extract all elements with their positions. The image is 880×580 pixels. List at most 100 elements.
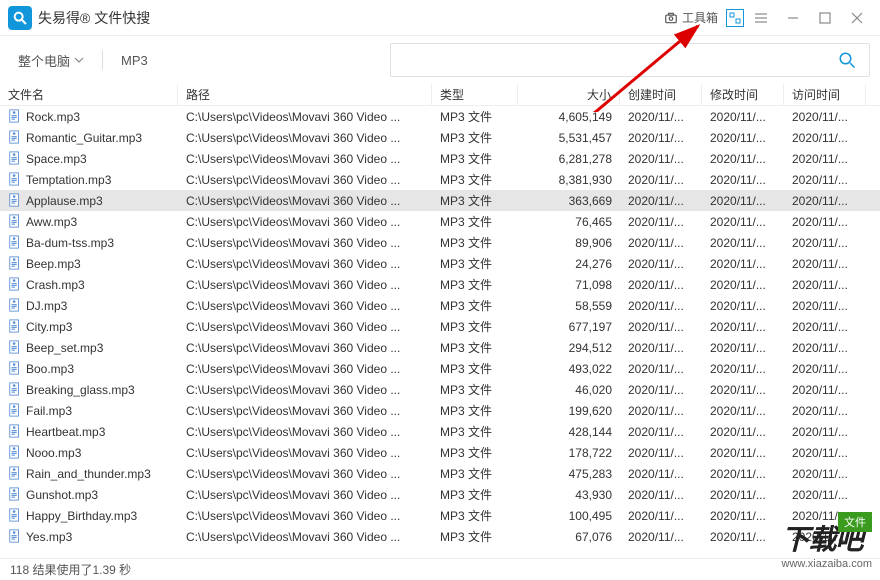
table-row[interactable]: Space.mp3C:\Users\pc\Videos\Movavi 360 V… [0,148,880,169]
table-row[interactable]: Happy_Birthday.mp3C:\Users\pc\Videos\Mov… [0,505,880,526]
cell-path: C:\Users\pc\Videos\Movavi 360 Video ... [178,194,432,208]
cell-ctime: 2020/11/... [620,488,702,502]
cell-name: Heartbeat.mp3 [0,424,178,439]
cell-type: MP3 文件 [432,213,518,230]
table-row[interactable]: Heartbeat.mp3C:\Users\pc\Videos\Movavi 3… [0,421,880,442]
table-row[interactable]: DJ.mp3C:\Users\pc\Videos\Movavi 360 Vide… [0,295,880,316]
cell-path: C:\Users\pc\Videos\Movavi 360 Video ... [178,131,432,145]
cell-mtime: 2020/11/... [702,152,784,166]
cell-size: 100,495 [518,509,620,523]
cell-path: C:\Users\pc\Videos\Movavi 360 Video ... [178,425,432,439]
cell-ctime: 2020/11/... [620,257,702,271]
cell-atime: 2020/11/... [784,131,866,145]
cell-name: DJ.mp3 [0,298,178,313]
cell-mtime: 2020/11/... [702,320,784,334]
cell-ctime: 2020/11/... [620,320,702,334]
cell-atime: 2020/11/... [784,215,866,229]
cell-name: Rain_and_thunder.mp3 [0,466,178,481]
file-icon [8,382,22,396]
file-icon [8,151,22,165]
cell-name: Applause.mp3 [0,193,178,208]
table-row[interactable]: Ba-dum-tss.mp3C:\Users\pc\Videos\Movavi … [0,232,880,253]
cell-mtime: 2020/11/... [702,257,784,271]
cell-name: Beep.mp3 [0,256,178,271]
col-type[interactable]: 类型 [432,84,518,105]
cell-path: C:\Users\pc\Videos\Movavi 360 Video ... [178,152,432,166]
cell-ctime: 2020/11/... [620,362,702,376]
cell-size: 58,559 [518,299,620,313]
toolbox-label: 工具箱 [682,9,718,26]
table-row[interactable]: Crash.mp3C:\Users\pc\Videos\Movavi 360 V… [0,274,880,295]
cell-type: MP3 文件 [432,108,518,125]
cell-type: MP3 文件 [432,465,518,482]
col-mtime[interactable]: 修改时间 [702,84,784,105]
cell-type: MP3 文件 [432,192,518,209]
cell-type: MP3 文件 [432,381,518,398]
titlebar: 失易得® 文件快搜 工具箱 [0,0,880,36]
file-icon [8,109,22,123]
layout-toggle-icon[interactable] [726,9,744,27]
file-icon [8,256,22,270]
cell-size: 8,381,930 [518,173,620,187]
table-row[interactable]: Romantic_Guitar.mp3C:\Users\pc\Videos\Mo… [0,127,880,148]
scope-dropdown[interactable]: 整个电脑 [10,47,92,74]
cell-path: C:\Users\pc\Videos\Movavi 360 Video ... [178,467,432,481]
col-path[interactable]: 路径 [178,84,432,105]
file-icon [8,214,22,228]
col-size[interactable]: 大小 [518,84,620,105]
cell-atime: 2020/11/... [784,488,866,502]
table-row[interactable]: Boo.mp3C:\Users\pc\Videos\Movavi 360 Vid… [0,358,880,379]
cell-name: Rock.mp3 [0,109,178,124]
cell-path: C:\Users\pc\Videos\Movavi 360 Video ... [178,362,432,376]
table-row[interactable]: Rain_and_thunder.mp3C:\Users\pc\Videos\M… [0,463,880,484]
cell-mtime: 2020/11/... [702,362,784,376]
cell-mtime: 2020/11/... [702,173,784,187]
cell-type: MP3 文件 [432,528,518,545]
toolbox-button[interactable]: 工具箱 [658,7,724,28]
file-icon [8,340,22,354]
cell-ctime: 2020/11/... [620,131,702,145]
table-row[interactable]: Aww.mp3C:\Users\pc\Videos\Movavi 360 Vid… [0,211,880,232]
cell-atime: 2020/11/... [784,110,866,124]
chevron-down-icon [74,55,84,65]
search-input[interactable] [401,53,835,68]
cell-path: C:\Users\pc\Videos\Movavi 360 Video ... [178,404,432,418]
table-row[interactable]: Gunshot.mp3C:\Users\pc\Videos\Movavi 360… [0,484,880,505]
table-row[interactable]: Fail.mp3C:\Users\pc\Videos\Movavi 360 Vi… [0,400,880,421]
menu-button[interactable] [746,4,776,32]
cell-path: C:\Users\pc\Videos\Movavi 360 Video ... [178,509,432,523]
search-box [390,43,870,77]
table-row[interactable]: Breaking_glass.mp3C:\Users\pc\Videos\Mov… [0,379,880,400]
table-row[interactable]: Applause.mp3C:\Users\pc\Videos\Movavi 36… [0,190,880,211]
cell-atime: 2020/11/... [784,320,866,334]
file-icon [8,298,22,312]
file-icon [8,193,22,207]
cell-ctime: 2020/11/... [620,194,702,208]
table-row[interactable]: Yes.mp3C:\Users\pc\Videos\Movavi 360 Vid… [0,526,880,547]
cell-mtime: 2020/11/... [702,425,784,439]
minimize-button[interactable] [778,4,808,32]
col-ctime[interactable]: 创建时间 [620,84,702,105]
cell-name: Beep_set.mp3 [0,340,178,355]
file-icon [8,361,22,375]
cell-size: 24,276 [518,257,620,271]
watermark-url: www.xiazaiba.com [782,558,872,570]
search-button[interactable] [835,48,859,72]
table-row[interactable]: City.mp3C:\Users\pc\Videos\Movavi 360 Vi… [0,316,880,337]
table-row[interactable]: Rock.mp3C:\Users\pc\Videos\Movavi 360 Vi… [0,106,880,127]
table-row[interactable]: Temptation.mp3C:\Users\pc\Videos\Movavi … [0,169,880,190]
table-row[interactable]: Beep.mp3C:\Users\pc\Videos\Movavi 360 Vi… [0,253,880,274]
close-button[interactable] [842,4,872,32]
cell-size: 89,906 [518,236,620,250]
cell-size: 46,020 [518,383,620,397]
maximize-button[interactable] [810,4,840,32]
file-icon [8,172,22,186]
table-row[interactable]: Nooo.mp3C:\Users\pc\Videos\Movavi 360 Vi… [0,442,880,463]
col-name[interactable]: 文件名 [0,84,178,105]
filter-tag[interactable]: MP3 [113,49,156,72]
cell-name: Crash.mp3 [0,277,178,292]
cell-ctime: 2020/11/... [620,110,702,124]
table-row[interactable]: Beep_set.mp3C:\Users\pc\Videos\Movavi 36… [0,337,880,358]
file-icon [8,130,22,144]
col-atime[interactable]: 访问时间 [784,84,866,105]
